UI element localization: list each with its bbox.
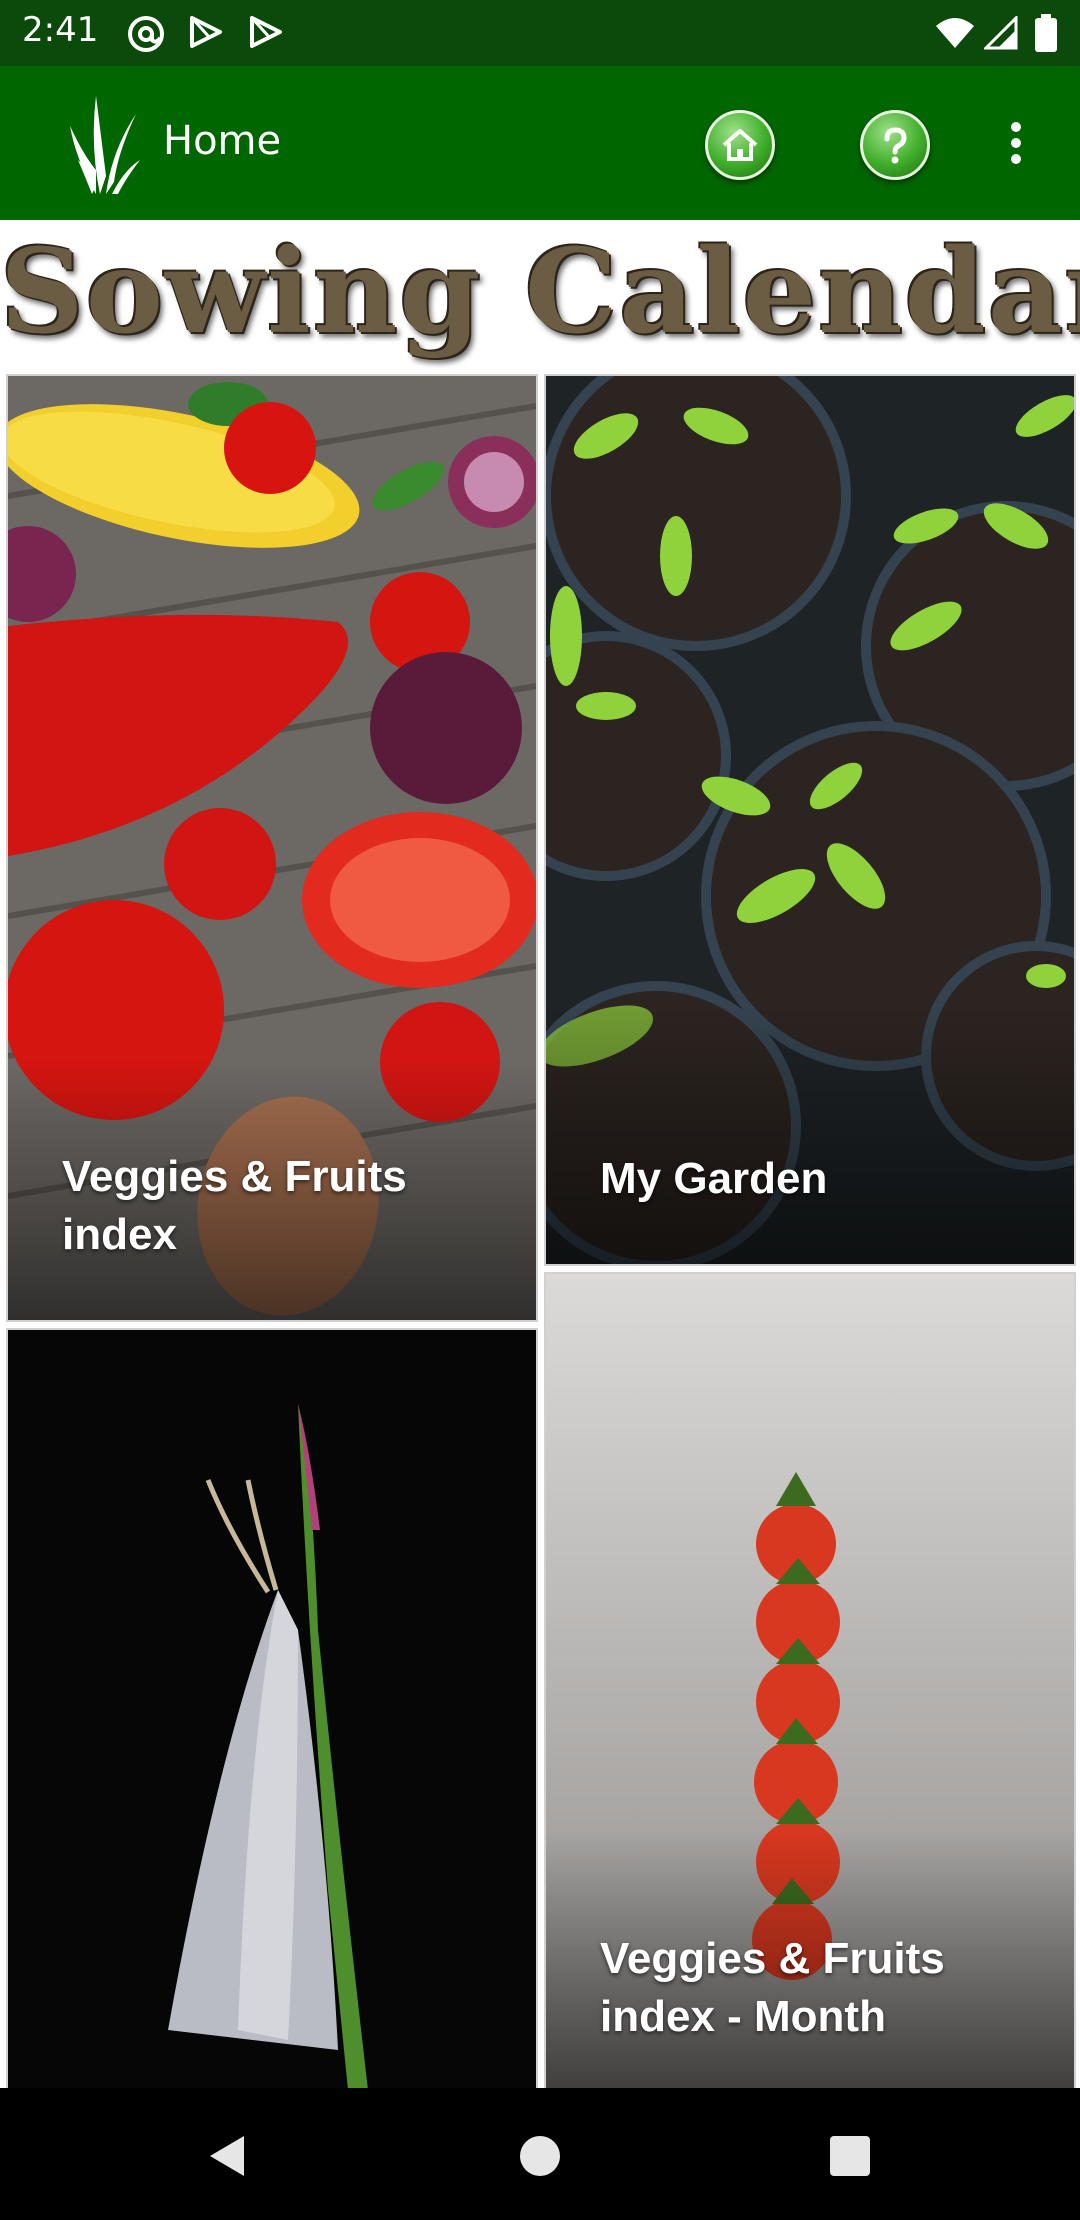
- tile-label: Veggies & Fruits index: [62, 1152, 407, 1259]
- at-sign-icon: [128, 16, 164, 52]
- home-icon: [722, 129, 758, 161]
- grass-logo-icon: [70, 96, 140, 194]
- more-vert-icon[interactable]: [996, 116, 1036, 176]
- back-icon[interactable]: [204, 2132, 248, 2180]
- tile-veggies-fruits-index[interactable]: Veggies & Fruits index: [6, 374, 538, 1322]
- tile-label: My Garden: [600, 1154, 828, 1203]
- page-title: Home: [163, 118, 282, 164]
- wifi-icon: [936, 18, 974, 48]
- recents-square-icon[interactable]: [828, 2134, 872, 2178]
- home-circle-icon[interactable]: [518, 2134, 562, 2178]
- status-time: 2:41: [22, 10, 99, 50]
- tile-grid: Veggies & Fruits index My Garden Veggies…: [0, 372, 1080, 2088]
- banner-title: Sowing Calendar: [0, 224, 1080, 360]
- tile-veggies-fruits-month[interactable]: Veggies & Fruits index - Month: [544, 1272, 1076, 2088]
- status-bar: 2:41: [0, 0, 1080, 66]
- navigation-bar: [0, 2088, 1080, 2220]
- help-icon: [884, 127, 907, 164]
- help-button[interactable]: [860, 110, 930, 180]
- tile-my-garden[interactable]: My Garden: [544, 374, 1076, 1266]
- cellular-signal-icon: [984, 16, 1018, 50]
- play-store-icon: [250, 16, 282, 48]
- tile-label: Veggies & Fruits index - Month: [600, 1934, 945, 2041]
- app-bar: Home: [0, 66, 1080, 220]
- tile-pests[interactable]: [6, 1328, 538, 2088]
- home-button[interactable]: [705, 110, 775, 180]
- moth-on-grass-photo: [8, 1330, 536, 2088]
- banner: Sowing Calendar: [0, 220, 1080, 372]
- play-store-icon: [190, 16, 222, 48]
- battery-icon: [1035, 14, 1057, 52]
